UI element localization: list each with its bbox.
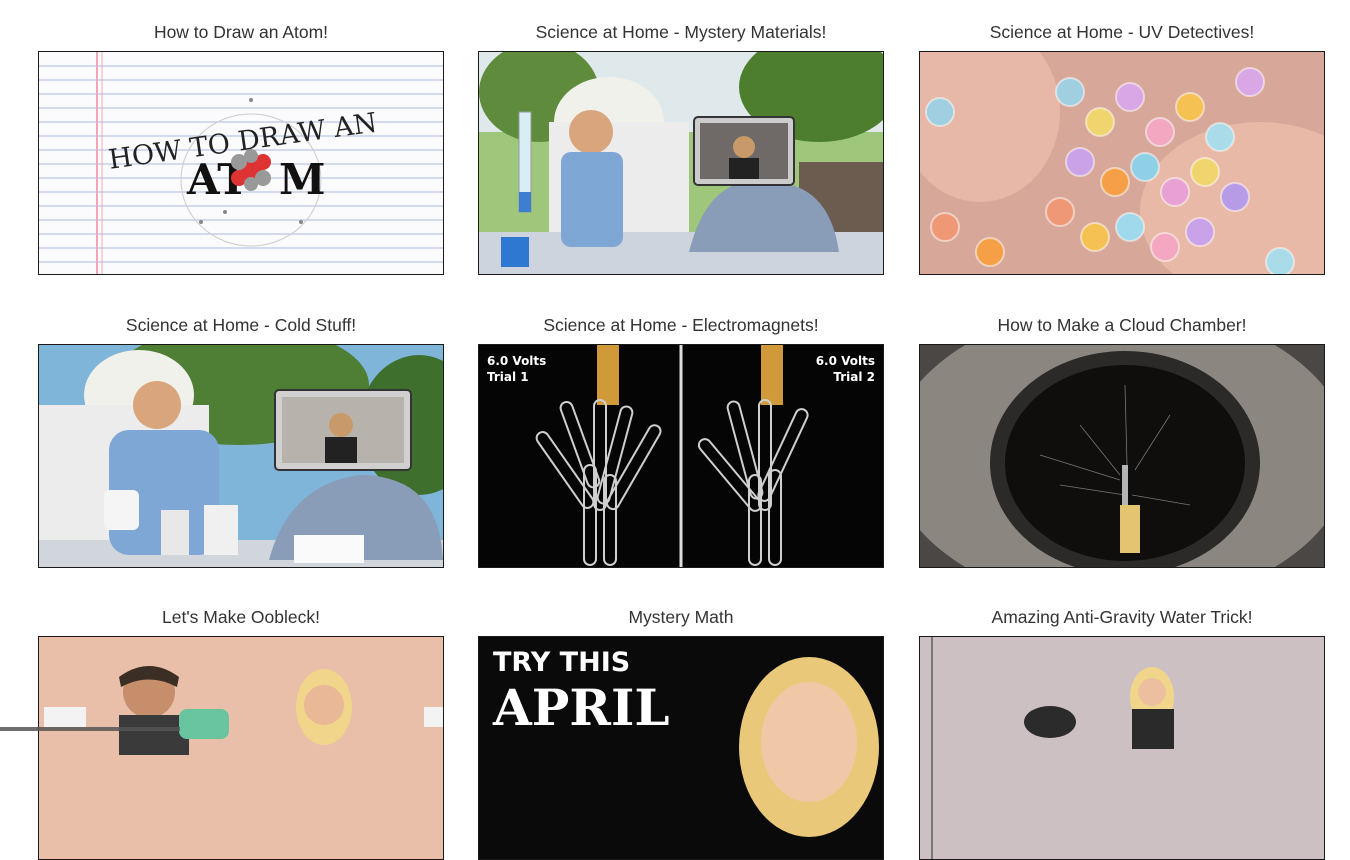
video-title[interactable]: Science at Home - UV Detectives! xyxy=(919,22,1325,42)
scroll-indicator xyxy=(0,727,180,731)
video-thumbnail-mystery-materials[interactable] xyxy=(478,51,884,275)
video-thumbnail-anti-gravity-water[interactable] xyxy=(919,636,1325,860)
video-thumbnail-mystery-math[interactable]: TRY THIS APRIL xyxy=(478,636,884,860)
video-grid: How to Draw an Atom! xyxy=(0,0,1350,731)
video-thumbnail-electromagnets[interactable]: 6.0 Volts Trial 1 6.0 Volts Trial 2 xyxy=(478,344,884,568)
video-card[interactable]: Science at Home - Cold Stuff! xyxy=(38,315,444,335)
video-card[interactable]: Let's Make Oobleck! xyxy=(38,607,444,627)
video-title[interactable]: Science at Home - Electromagnets! xyxy=(478,315,884,335)
video-title[interactable]: Let's Make Oobleck! xyxy=(38,607,444,627)
video-card[interactable]: How to Make a Cloud Chamber! xyxy=(919,315,1325,335)
video-card[interactable]: Science at Home - UV Detectives! xyxy=(919,22,1325,42)
thumb-label-trial-1: Trial 1 xyxy=(487,370,529,384)
video-card[interactable]: Science at Home - Electromagnets! xyxy=(478,315,884,335)
thumb-caption-try-this: TRY THIS xyxy=(493,647,630,678)
video-card[interactable]: Mystery Math TRY THIS APRIL xyxy=(478,607,884,627)
video-title[interactable]: Mystery Math xyxy=(478,607,884,627)
thumb-label-volts-2: 6.0 Volts xyxy=(816,354,875,368)
thumb-caption-april: APRIL xyxy=(492,678,670,737)
video-title[interactable]: Science at Home - Cold Stuff! xyxy=(38,315,444,335)
thumb-label-trial-2: Trial 2 xyxy=(833,370,875,384)
video-title[interactable]: How to Draw an Atom! xyxy=(38,22,444,42)
video-title[interactable]: Amazing Anti-Gravity Water Trick! xyxy=(919,607,1325,627)
thumb-caption-m: M xyxy=(279,155,326,204)
video-thumbnail-oobleck[interactable] xyxy=(38,636,444,860)
video-thumbnail-draw-atom[interactable]: HOW TO DRAW AN AT M xyxy=(38,51,444,275)
video-card[interactable]: How to Draw an Atom! xyxy=(38,22,444,42)
video-thumbnail-cold-stuff[interactable] xyxy=(38,344,444,568)
video-card[interactable]: Science at Home - Mystery Materials! xyxy=(478,22,884,42)
video-thumbnail-cloud-chamber[interactable] xyxy=(919,344,1325,568)
thumb-label-volts-1: 6.0 Volts xyxy=(487,354,546,368)
video-thumbnail-uv-detectives[interactable] xyxy=(919,51,1325,275)
video-card[interactable]: Amazing Anti-Gravity Water Trick! xyxy=(919,607,1325,627)
video-title[interactable]: Science at Home - Mystery Materials! xyxy=(478,22,884,42)
video-title[interactable]: How to Make a Cloud Chamber! xyxy=(919,315,1325,335)
